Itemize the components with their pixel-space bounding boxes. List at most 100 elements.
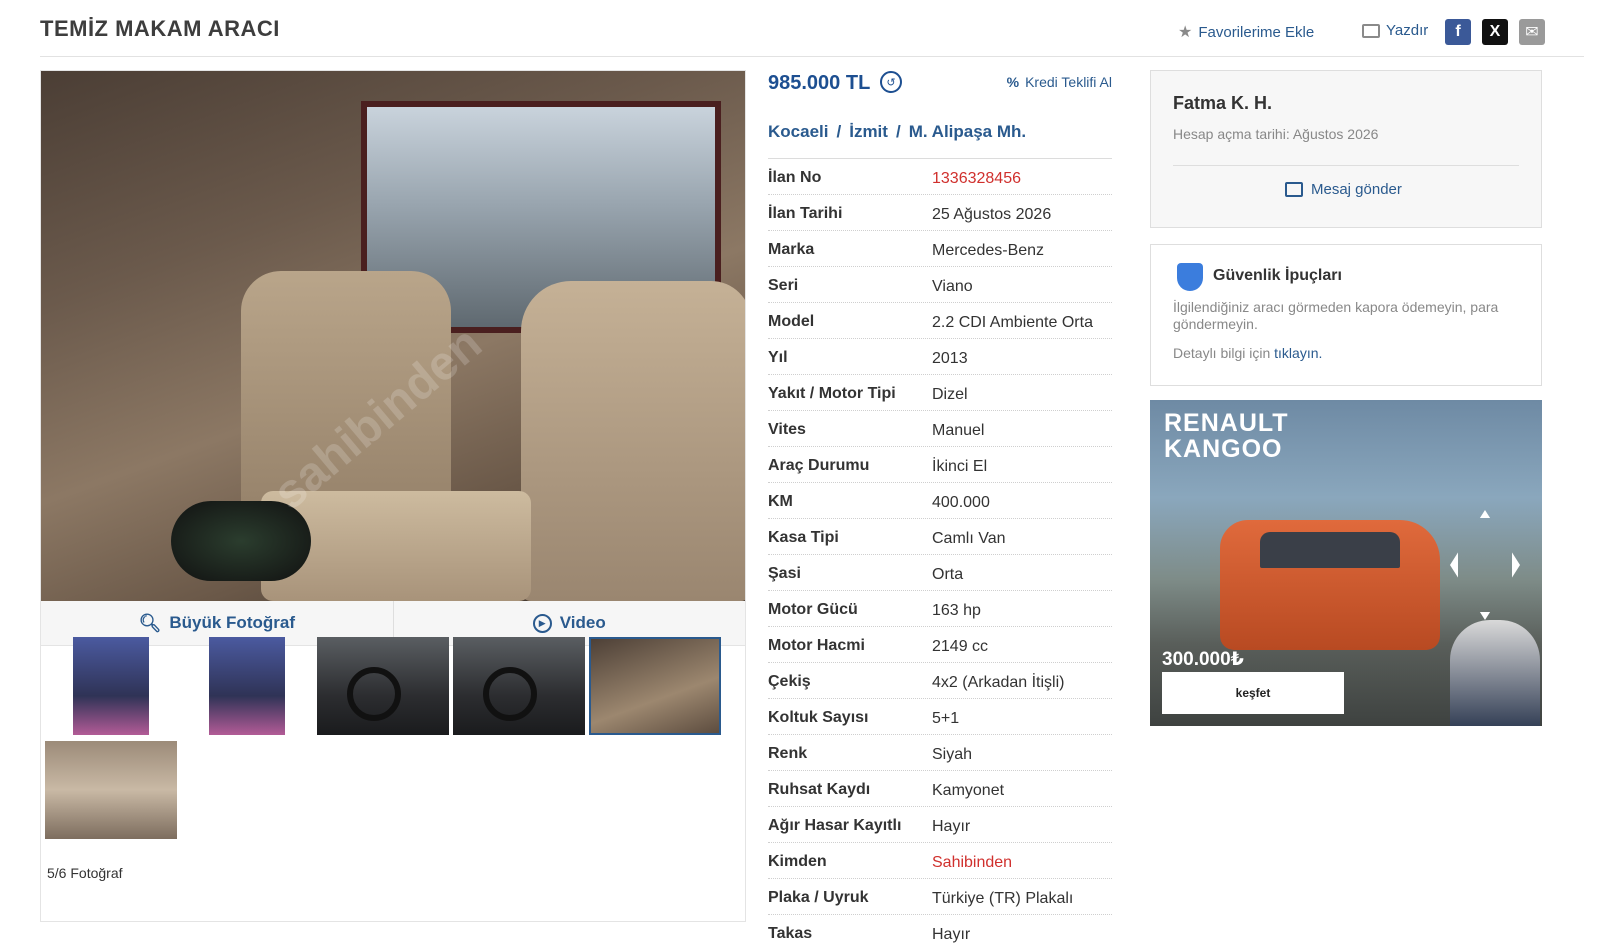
spec-label: Kimden bbox=[768, 853, 827, 870]
thumbnail-1[interactable] bbox=[73, 637, 149, 735]
spec-row: Ruhsat Kaydı Kamyonet bbox=[768, 771, 1112, 807]
spec-row: Yakıt / Motor Tipi Dizel bbox=[768, 375, 1112, 411]
ad-title: RENAULT KANGOO bbox=[1164, 409, 1289, 463]
spec-value: 2.2 CDI Ambiente Orta bbox=[932, 314, 1093, 331]
mail-icon[interactable]: ✉ bbox=[1519, 19, 1545, 45]
thumbnail-5[interactable] bbox=[589, 637, 721, 735]
location-city[interactable]: Kocaeli bbox=[768, 122, 828, 141]
print-label: Yazdır bbox=[1386, 22, 1429, 39]
page-title: TEMİZ MAKAM ARACI bbox=[40, 16, 280, 41]
spec-label: Vites bbox=[768, 421, 806, 438]
spec-value: İkinci El bbox=[932, 458, 988, 475]
history-icon[interactable]: ↺ bbox=[880, 71, 902, 93]
spec-label: Ruhsat Kaydı bbox=[768, 781, 871, 798]
spec-value: Hayır bbox=[932, 818, 971, 835]
thumbnail-4[interactable] bbox=[453, 637, 585, 735]
main-photo[interactable]: sahibinden bbox=[41, 71, 745, 601]
spec-row: Şasi Orta bbox=[768, 555, 1112, 591]
spec-label: Şasi bbox=[768, 565, 801, 582]
seller-name[interactable]: Fatma K. H. bbox=[1173, 93, 1272, 114]
spec-row: Araç Durumu İkinci El bbox=[768, 447, 1112, 483]
location-neighborhood[interactable]: M. Alipaşa Mh. bbox=[909, 122, 1026, 141]
spec-label: Koltuk Sayısı bbox=[768, 709, 869, 726]
spec-value: Hayır bbox=[932, 926, 971, 943]
spec-label: Takas bbox=[768, 925, 813, 942]
spec-value: Orta bbox=[932, 566, 964, 583]
spec-value: Sahibinden bbox=[932, 854, 1013, 871]
spec-row: İlan No 1336328456 bbox=[768, 159, 1112, 195]
safety-tips-card: Güvenlik İpuçları İlgilendiğiniz aracı g… bbox=[1150, 244, 1542, 386]
add-favorite-label: Favorilerime Ekle bbox=[1198, 23, 1315, 41]
spec-value: 2149 cc bbox=[932, 638, 989, 655]
spec-row: İlan Tarihi 25 Ağustos 2026 bbox=[768, 195, 1112, 231]
spec-row: Koltuk Sayısı 5+1 bbox=[768, 699, 1112, 735]
percent-icon: % bbox=[1006, 74, 1020, 90]
ad-price: 300.000₺ bbox=[1162, 649, 1244, 670]
spec-row: KM 400.000 bbox=[768, 483, 1112, 519]
spec-value: Dizel bbox=[932, 386, 968, 403]
video-label: Video bbox=[559, 613, 606, 632]
photo-gallery: sahibinden 🔍︎ Büyük Fotoğraf ▶ Video 5/6… bbox=[40, 70, 746, 922]
search-icon: 🔍︎ bbox=[138, 612, 162, 633]
spec-row: Motor Gücü 163 hp bbox=[768, 591, 1112, 627]
photo-count: 5/6 Fotoğraf bbox=[47, 865, 123, 881]
print-button[interactable]: Yazdır bbox=[1362, 22, 1428, 39]
big-photo-label: Büyük Fotoğraf bbox=[169, 613, 295, 632]
spec-value: 25 Ağustos 2026 bbox=[932, 206, 1052, 223]
safety-more-link[interactable]: tıklayın. bbox=[1274, 345, 1322, 361]
add-favorite-button[interactable]: ★ Favorilerime Ekle bbox=[1178, 22, 1314, 42]
ad-car-image bbox=[1220, 520, 1440, 650]
spec-label: Yakıt / Motor Tipi bbox=[768, 385, 896, 402]
spec-table: İlan No 1336328456 İlan Tarihi 25 Ağustos 2… bbox=[768, 158, 1112, 947]
spec-label: Marka bbox=[768, 241, 815, 258]
spec-label: Ağır Hasar Kayıtlı bbox=[768, 817, 902, 834]
spec-label: KM bbox=[768, 493, 793, 510]
x-icon[interactable]: X bbox=[1482, 19, 1508, 45]
spec-value: Viano bbox=[932, 278, 973, 295]
spec-row: Yıl 2013 bbox=[768, 339, 1112, 375]
spec-row: Model 2.2 CDI Ambiente Orta bbox=[768, 303, 1112, 339]
spec-label: Motor Gücü bbox=[768, 601, 858, 618]
ad-person-image bbox=[1450, 620, 1540, 726]
spec-value: 163 hp bbox=[932, 602, 981, 619]
spec-value: 5+1 bbox=[932, 710, 960, 727]
thumbnail-2[interactable] bbox=[209, 637, 285, 735]
spec-label: Model bbox=[768, 313, 815, 330]
safety-more-prefix: Detaylı bilgi için bbox=[1173, 345, 1271, 361]
spec-label: Kasa Tipi bbox=[768, 529, 839, 546]
send-message-button[interactable]: Mesaj gönder bbox=[1285, 181, 1402, 198]
thumbnail-6[interactable] bbox=[45, 741, 177, 839]
credit-offer-button[interactable]: % Kredi Teklifi Al bbox=[1007, 74, 1112, 90]
spec-value: 400.000 bbox=[932, 494, 990, 511]
spec-value: Kamyonet bbox=[932, 782, 1005, 799]
safety-more: Detaylı bilgi için tıklayın. bbox=[1173, 345, 1322, 361]
spec-label: Plaka / Uyruk bbox=[768, 889, 869, 906]
spec-value: Türkiye (TR) Plakalı bbox=[932, 890, 1074, 907]
ad-cta-button[interactable]: keşfet bbox=[1162, 672, 1344, 714]
spec-row: Kasa Tipi Camlı Van bbox=[768, 519, 1112, 555]
spec-label: Araç Durumu bbox=[768, 457, 870, 474]
safety-text: İlgilendiğiniz aracı görmeden kapora öde… bbox=[1173, 299, 1499, 332]
safety-title: Güvenlik İpuçları bbox=[1213, 267, 1342, 284]
printer-icon bbox=[1362, 23, 1380, 38]
spec-value: Manuel bbox=[932, 422, 985, 439]
facebook-icon[interactable]: f bbox=[1445, 19, 1471, 45]
location-district[interactable]: İzmit bbox=[849, 122, 888, 141]
thumbnail-3[interactable] bbox=[317, 637, 449, 735]
advertisement-banner[interactable]: RENAULT KANGOO 300.000₺ keşfet bbox=[1150, 400, 1542, 726]
spec-value: Camlı Van bbox=[932, 530, 1006, 547]
spec-row: Seri Viano bbox=[768, 267, 1112, 303]
seller-since: Hesap açma tarihi: Ağustos 2026 bbox=[1173, 126, 1379, 142]
spec-label: Yıl bbox=[768, 349, 788, 366]
play-icon: ▶ bbox=[532, 613, 552, 633]
spec-row: Vites Manuel bbox=[768, 411, 1112, 447]
spec-label: Motor Hacmi bbox=[768, 637, 865, 654]
seller-card: Fatma K. H. Hesap açma tarihi: Ağustos 2… bbox=[1150, 70, 1542, 228]
listing-header: TEMİZ MAKAM ARACI ★ Favorilerime Ekle Ya… bbox=[40, 0, 1584, 57]
send-message-label: Mesaj gönder bbox=[1311, 181, 1402, 198]
renault-logo bbox=[1450, 510, 1520, 620]
spec-label: İlan No bbox=[768, 169, 822, 186]
credit-offer-label: Kredi Teklifi Al bbox=[1025, 74, 1112, 90]
chat-icon bbox=[1285, 182, 1303, 197]
shield-icon bbox=[1177, 263, 1203, 291]
